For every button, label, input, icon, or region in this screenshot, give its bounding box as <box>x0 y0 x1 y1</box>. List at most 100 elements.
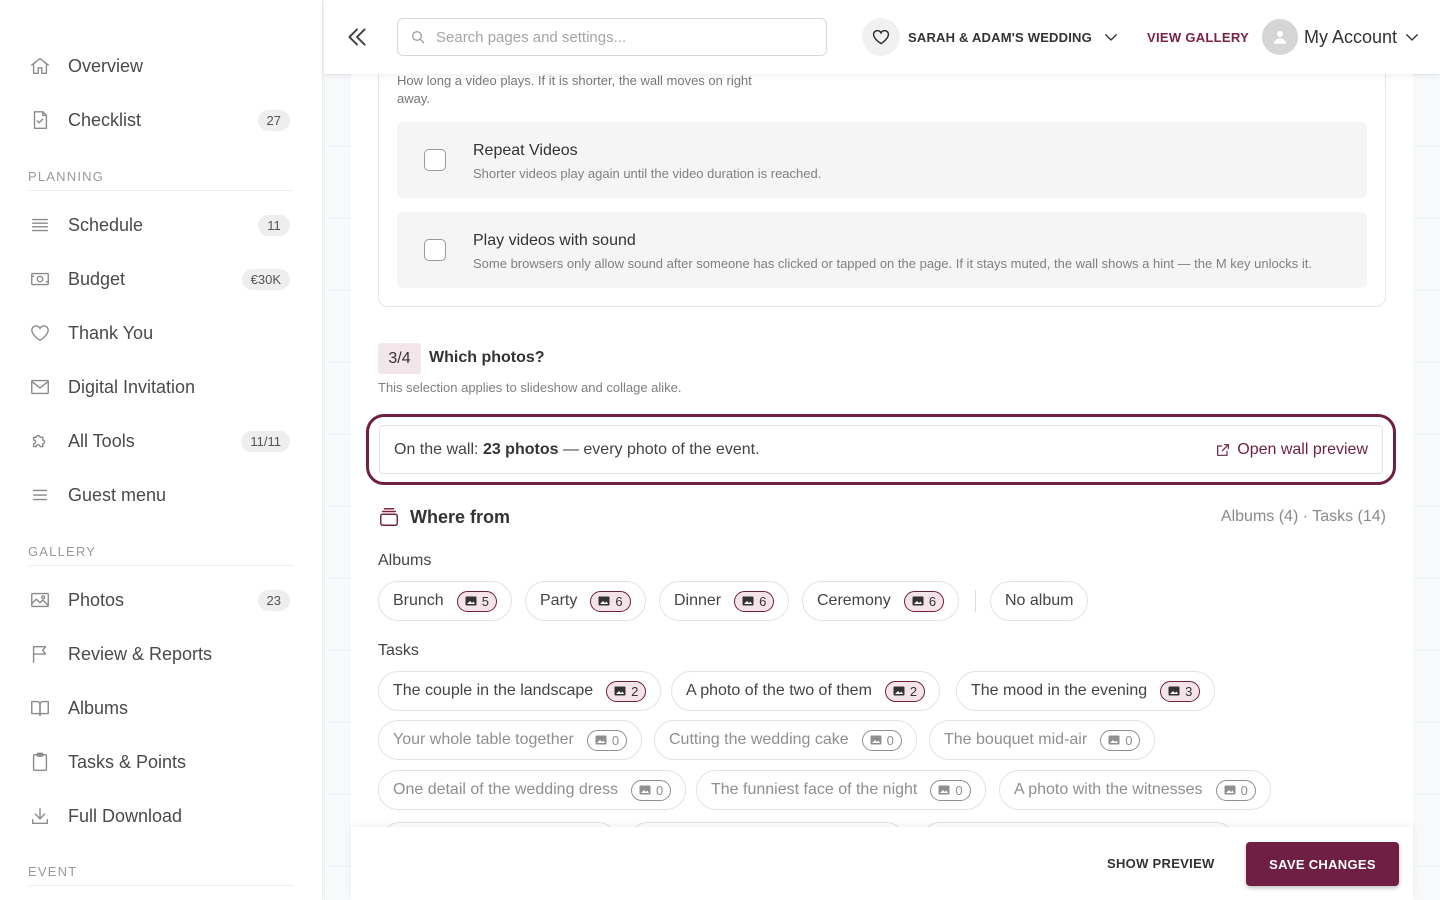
top-bar: SARAH & ADAM'S WEDDING VIEW GALLERY My A… <box>324 0 1440 74</box>
task-chip[interactable]: Your whole table together 0 <box>378 720 643 760</box>
task-chip[interactable]: The mood in the evening 3 <box>956 671 1216 711</box>
chip-label: The couple in the landscape <box>393 682 594 699</box>
album-chip[interactable]: Ceremony 6 <box>802 581 960 621</box>
photo-count-badge: 3 <box>1160 680 1201 702</box>
play-sound-checkbox[interactable] <box>424 239 446 261</box>
sidebar-item-label: Review & Reports <box>68 643 213 664</box>
sidebar-item-label: Guest menu <box>68 484 167 505</box>
option-title: Repeat Videos <box>473 142 578 159</box>
section-subtitle: This selection applies to slideshow and … <box>378 380 682 395</box>
task-chip[interactable]: The couple in the landscape 2 <box>378 671 662 711</box>
show-preview-button[interactable]: SHOW PREVIEW <box>1107 856 1215 871</box>
repeat-videos-option[interactable]: Repeat Videos Shorter videos play again … <box>397 122 1367 198</box>
photo-count: 6 <box>759 593 767 609</box>
photo-count: 0 <box>955 782 963 798</box>
task-chip[interactable]: The funniest face of the night 0 <box>696 770 986 810</box>
album-chip[interactable]: Party 6 <box>525 581 646 621</box>
option-title: Play videos with sound <box>473 232 636 249</box>
checklist-icon <box>28 108 52 132</box>
photo-count-badge: 0 <box>1215 779 1256 801</box>
play-sound-option[interactable]: Play videos with sound Some browsers onl… <box>397 212 1367 288</box>
section-title: Which photos? <box>429 349 545 366</box>
sidebar-item-albums[interactable]: Albums <box>28 688 290 728</box>
section-title-planning: PLANNING <box>28 169 294 191</box>
count-badge: 27 <box>257 109 290 131</box>
sidebar-item-review-reports[interactable]: Review & Reports <box>28 634 290 674</box>
wall-summary: On the wall: 23 photos — every photo of … <box>379 425 1383 474</box>
step-indicator: 3/4 <box>378 343 421 374</box>
image-icon <box>465 596 477 606</box>
download-icon <box>28 804 52 828</box>
external-link-icon <box>1217 443 1230 456</box>
video-duration-help: How long a video plays. If it is shorter… <box>397 73 752 106</box>
sidebar-item-label: Thank You <box>68 322 154 343</box>
photo-count-badge: 6 <box>590 590 631 612</box>
task-chip[interactable]: A photo of the two of them 2 <box>671 671 941 711</box>
photo-count-badge: 5 <box>456 590 497 612</box>
where-from-heading: Where from <box>378 506 510 528</box>
collapse-sidebar-button[interactable] <box>344 24 372 52</box>
photo-count: 2 <box>631 683 639 699</box>
event-switcher[interactable]: SARAH & ADAM'S WEDDING <box>862 18 1120 56</box>
chip-label: Your whole table together <box>393 731 574 748</box>
sidebar: Overview Checklist 27 PLANNING Schedule … <box>0 0 323 900</box>
sidebar-item-label: All Tools <box>68 430 135 451</box>
image-icon <box>1224 785 1236 795</box>
photo-count: 0 <box>1125 732 1133 748</box>
open-wall-preview-link[interactable]: Open wall preview <box>1215 441 1368 459</box>
album-chip[interactable]: Dinner 6 <box>659 581 790 621</box>
sidebar-item-tasks-points[interactable]: Tasks & Points <box>28 742 290 782</box>
budget-badge: €30K <box>241 268 290 290</box>
image-icon <box>912 596 924 606</box>
sidebar-item-digital-invitation[interactable]: Digital Invitation <box>28 367 290 407</box>
mail-icon <box>28 375 52 399</box>
image-icon <box>598 596 610 606</box>
task-chip[interactable]: The bouquet mid-air 0 <box>929 720 1156 760</box>
chip-label: One detail of the wedding dress <box>393 781 619 798</box>
list-icon <box>28 213 52 237</box>
sidebar-item-label: Checklist <box>68 109 142 130</box>
chip-label: Dinner <box>674 592 722 609</box>
sidebar-item-label: Overview <box>68 55 144 76</box>
chip-label: Brunch <box>393 592 444 609</box>
no-album-chip[interactable]: No album <box>990 581 1089 621</box>
chip-label: Party <box>540 592 578 609</box>
sidebar-item-guest-menu[interactable]: Guest menu <box>28 475 290 515</box>
chip-label: A photo of the two of them <box>686 682 872 699</box>
sidebar-item-overview[interactable]: Overview <box>28 46 290 86</box>
sidebar-item-all-tools[interactable]: All Tools 11/11 <box>28 421 290 461</box>
image-icon <box>742 596 754 606</box>
wall-photo-count: 23 photos <box>482 440 559 458</box>
count-badge: 23 <box>257 589 290 611</box>
account-label: My Account <box>1304 26 1398 47</box>
photo-count-badge: 0 <box>930 779 971 801</box>
sidebar-item-schedule[interactable]: Schedule 11 <box>28 205 290 245</box>
save-changes-button[interactable]: SAVE CHANGES <box>1246 842 1399 886</box>
image-icon <box>28 588 52 612</box>
stack-icon <box>380 508 398 526</box>
photo-count: 6 <box>928 593 937 609</box>
task-chip[interactable]: Cutting the wedding cake 0 <box>654 720 917 760</box>
account-menu[interactable]: My Account <box>1262 19 1421 55</box>
count-badge: 11 <box>258 214 290 236</box>
repeat-videos-checkbox[interactable] <box>424 149 446 171</box>
sidebar-item-photos[interactable]: Photos 23 <box>28 580 290 620</box>
sidebar-item-budget[interactable]: Budget €30K <box>28 259 290 299</box>
sidebar-item-thank-you[interactable]: Thank You <box>28 313 290 353</box>
heart-icon <box>28 321 52 345</box>
photo-count: 3 <box>1185 683 1193 699</box>
search-box[interactable] <box>397 18 827 56</box>
sidebar-item-full-download[interactable]: Full Download <box>28 796 290 836</box>
task-chip[interactable]: One detail of the wedding dress 0 <box>378 770 687 810</box>
book-icon <box>28 696 52 720</box>
view-gallery-link[interactable]: VIEW GALLERY <box>1147 30 1249 45</box>
task-chip[interactable]: A photo with the witnesses 0 <box>999 770 1271 810</box>
sidebar-item-checklist[interactable]: Checklist 27 <box>28 100 290 140</box>
home-icon <box>28 54 52 78</box>
album-chip[interactable]: Brunch 5 <box>378 581 512 621</box>
photo-count-badge: 6 <box>903 590 945 612</box>
section-title-gallery: GALLERY <box>28 544 294 566</box>
clipboard-icon <box>28 750 52 774</box>
search-input[interactable] <box>436 28 796 46</box>
sidebar-item-label: Schedule <box>68 214 144 235</box>
